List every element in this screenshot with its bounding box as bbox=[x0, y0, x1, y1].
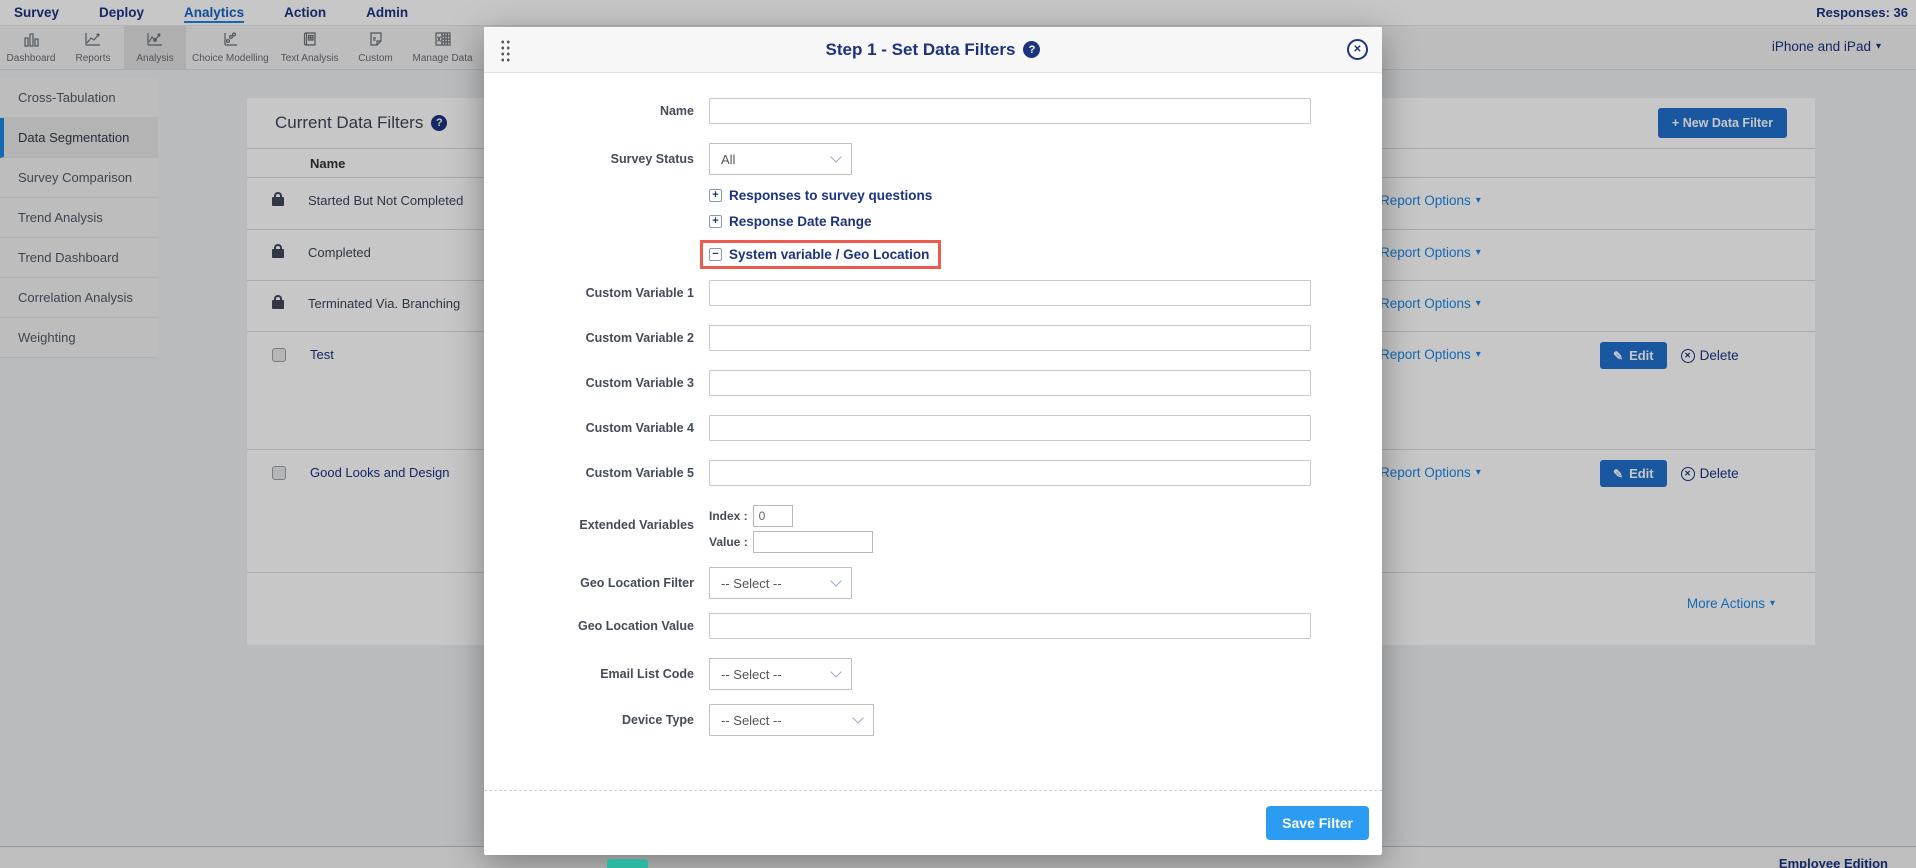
drag-handle-icon[interactable] bbox=[499, 38, 510, 62]
geo-location-value-label: Geo Location Value bbox=[484, 619, 694, 633]
highlight-box: − System variable / Geo Location bbox=[700, 240, 941, 269]
custom-variable-5-label: Custom Variable 5 bbox=[484, 466, 694, 480]
modal-footer: Save Filter bbox=[484, 790, 1382, 855]
geo-location-value-input[interactable] bbox=[709, 613, 1311, 639]
extended-variables-label: Extended Variables bbox=[484, 505, 694, 532]
chat-widget[interactable] bbox=[607, 859, 648, 868]
custom-variable-4-label: Custom Variable 4 bbox=[484, 421, 694, 435]
email-list-code-label: Email List Code bbox=[484, 667, 694, 681]
custom-variable-3-label: Custom Variable 3 bbox=[484, 376, 694, 390]
chevron-down-icon bbox=[830, 151, 841, 162]
expand-icon: + bbox=[709, 189, 722, 202]
index-label: Index : bbox=[709, 509, 748, 523]
set-data-filters-modal: Step 1 - Set Data Filters ? ✕ Name Surve… bbox=[484, 27, 1382, 855]
chevron-down-icon bbox=[830, 575, 841, 586]
email-list-code-select[interactable]: -- Select -- bbox=[709, 658, 852, 690]
custom-variable-5-input[interactable] bbox=[709, 460, 1311, 486]
expand-icon: + bbox=[709, 215, 722, 228]
survey-status-select[interactable]: All bbox=[709, 143, 852, 175]
index-input[interactable] bbox=[753, 505, 793, 527]
chevron-down-icon bbox=[852, 712, 863, 723]
custom-variable-1-label: Custom Variable 1 bbox=[484, 286, 694, 300]
geo-location-filter-select[interactable]: -- Select -- bbox=[709, 567, 852, 599]
section-toggle-date-range[interactable]: + Response Date Range bbox=[709, 214, 1382, 229]
close-icon[interactable]: ✕ bbox=[1347, 39, 1368, 60]
modal-header: Step 1 - Set Data Filters ? ✕ bbox=[484, 27, 1382, 73]
custom-variable-4-input[interactable] bbox=[709, 415, 1311, 441]
geo-location-filter-label: Geo Location Filter bbox=[484, 576, 694, 590]
help-icon[interactable]: ? bbox=[1023, 41, 1040, 58]
name-input[interactable] bbox=[709, 98, 1311, 124]
collapse-icon: − bbox=[709, 248, 722, 261]
section-toggle-system-variable[interactable]: − System variable / Geo Location bbox=[709, 240, 1382, 269]
device-type-select[interactable]: -- Select -- bbox=[709, 704, 874, 736]
custom-variable-1-input[interactable] bbox=[709, 280, 1311, 306]
device-type-label: Device Type bbox=[484, 713, 694, 727]
modal-body: Name Survey Status All + Responses to su… bbox=[484, 73, 1382, 790]
custom-variable-2-input[interactable] bbox=[709, 325, 1311, 351]
value-label: Value : bbox=[709, 535, 748, 549]
name-label: Name bbox=[484, 104, 694, 118]
survey-status-label: Survey Status bbox=[484, 152, 694, 166]
value-input[interactable] bbox=[753, 531, 873, 553]
custom-variable-2-label: Custom Variable 2 bbox=[484, 331, 694, 345]
save-filter-button[interactable]: Save Filter bbox=[1266, 806, 1369, 840]
chevron-down-icon bbox=[830, 666, 841, 677]
custom-variable-3-input[interactable] bbox=[709, 370, 1311, 396]
modal-title: Step 1 - Set Data Filters bbox=[826, 40, 1016, 60]
section-toggle-responses[interactable]: + Responses to survey questions bbox=[709, 188, 1382, 203]
